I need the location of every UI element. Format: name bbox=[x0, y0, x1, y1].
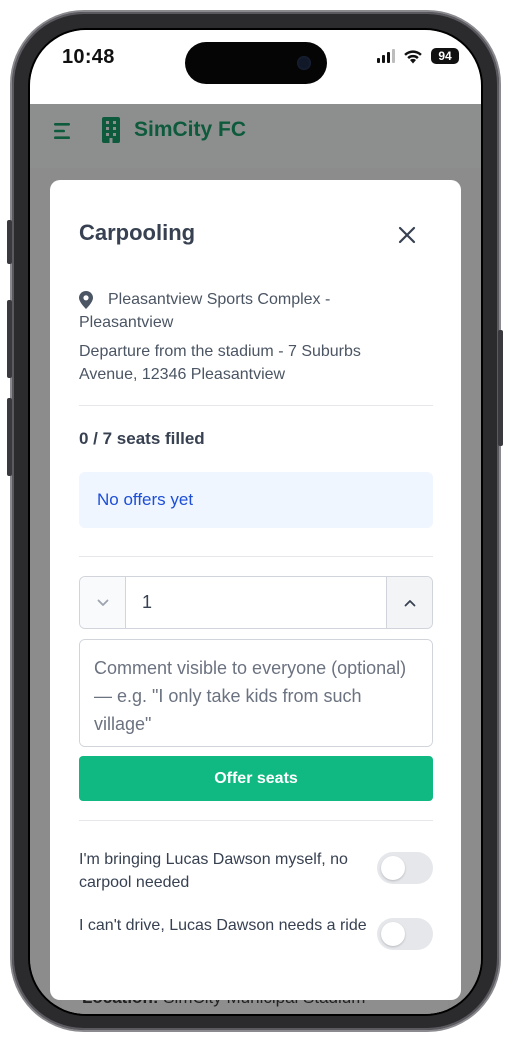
seats-filled-count: 0 / 7 seats filled bbox=[79, 429, 205, 448]
chevron-up-icon bbox=[404, 599, 415, 606]
wifi-icon bbox=[404, 49, 422, 63]
status-time: 10:48 bbox=[62, 46, 115, 68]
needs-ride-toggle[interactable] bbox=[377, 918, 433, 950]
action-button bbox=[7, 220, 12, 264]
decrement-button[interactable] bbox=[80, 577, 126, 628]
map-pin-icon bbox=[79, 291, 93, 309]
modal-title: Carpooling bbox=[79, 220, 196, 245]
phone-screen-bezel: 10:48 94 SimCity FC Carpooling Pleasantv… bbox=[28, 28, 483, 1016]
comment-textarea[interactable] bbox=[79, 639, 433, 747]
dynamic-island bbox=[185, 42, 327, 84]
screen: 10:48 94 SimCity FC Carpooling Pleasantv… bbox=[30, 30, 481, 1014]
building-icon bbox=[102, 117, 120, 143]
toggle-row-needs-ride: I can't drive, Lucas Dawson needs a ride bbox=[79, 914, 433, 950]
seats-input[interactable] bbox=[126, 577, 386, 628]
power-button bbox=[498, 330, 503, 446]
no-offers-alert: No offers yet bbox=[79, 472, 433, 528]
toggle-knob bbox=[381, 922, 405, 946]
divider bbox=[79, 556, 433, 557]
app-bar: SimCity FC bbox=[30, 104, 481, 168]
status-icons: 94 bbox=[377, 48, 459, 64]
menu-icon[interactable] bbox=[54, 121, 76, 141]
volume-up-button bbox=[7, 300, 12, 378]
toggle-label: I'm bringing Lucas Dawson myself, no car… bbox=[79, 851, 348, 891]
divider bbox=[79, 820, 433, 821]
location-info: Pleasantview Sports Complex - Pleasantvi… bbox=[79, 288, 409, 334]
offer-seats-button[interactable]: Offer seats bbox=[79, 756, 433, 801]
increment-button[interactable] bbox=[386, 577, 432, 628]
close-icon[interactable] bbox=[394, 222, 420, 248]
toggle-knob bbox=[381, 856, 405, 880]
signal-icon bbox=[377, 49, 395, 63]
departure-info: Departure from the stadium - 7 Suburbs A… bbox=[79, 343, 361, 383]
toggle-row-bringing-myself: I'm bringing Lucas Dawson myself, no car… bbox=[79, 848, 433, 894]
status-bar: 10:48 94 bbox=[30, 30, 481, 104]
seats-stepper bbox=[79, 576, 433, 629]
toggle-label: I can't drive, Lucas Dawson needs a ride bbox=[79, 917, 367, 934]
carpooling-modal: Carpooling Pleasantview Sports Complex -… bbox=[50, 180, 461, 1000]
volume-down-button bbox=[7, 398, 12, 476]
camera-icon bbox=[297, 56, 311, 70]
chevron-down-icon bbox=[97, 599, 108, 606]
bringing-myself-toggle[interactable] bbox=[377, 852, 433, 884]
battery-icon: 94 bbox=[431, 48, 459, 64]
app-title[interactable]: SimCity FC bbox=[134, 118, 246, 142]
location-name: Pleasantview Sports Complex - Pleasantvi… bbox=[79, 291, 331, 331]
divider bbox=[79, 405, 433, 406]
